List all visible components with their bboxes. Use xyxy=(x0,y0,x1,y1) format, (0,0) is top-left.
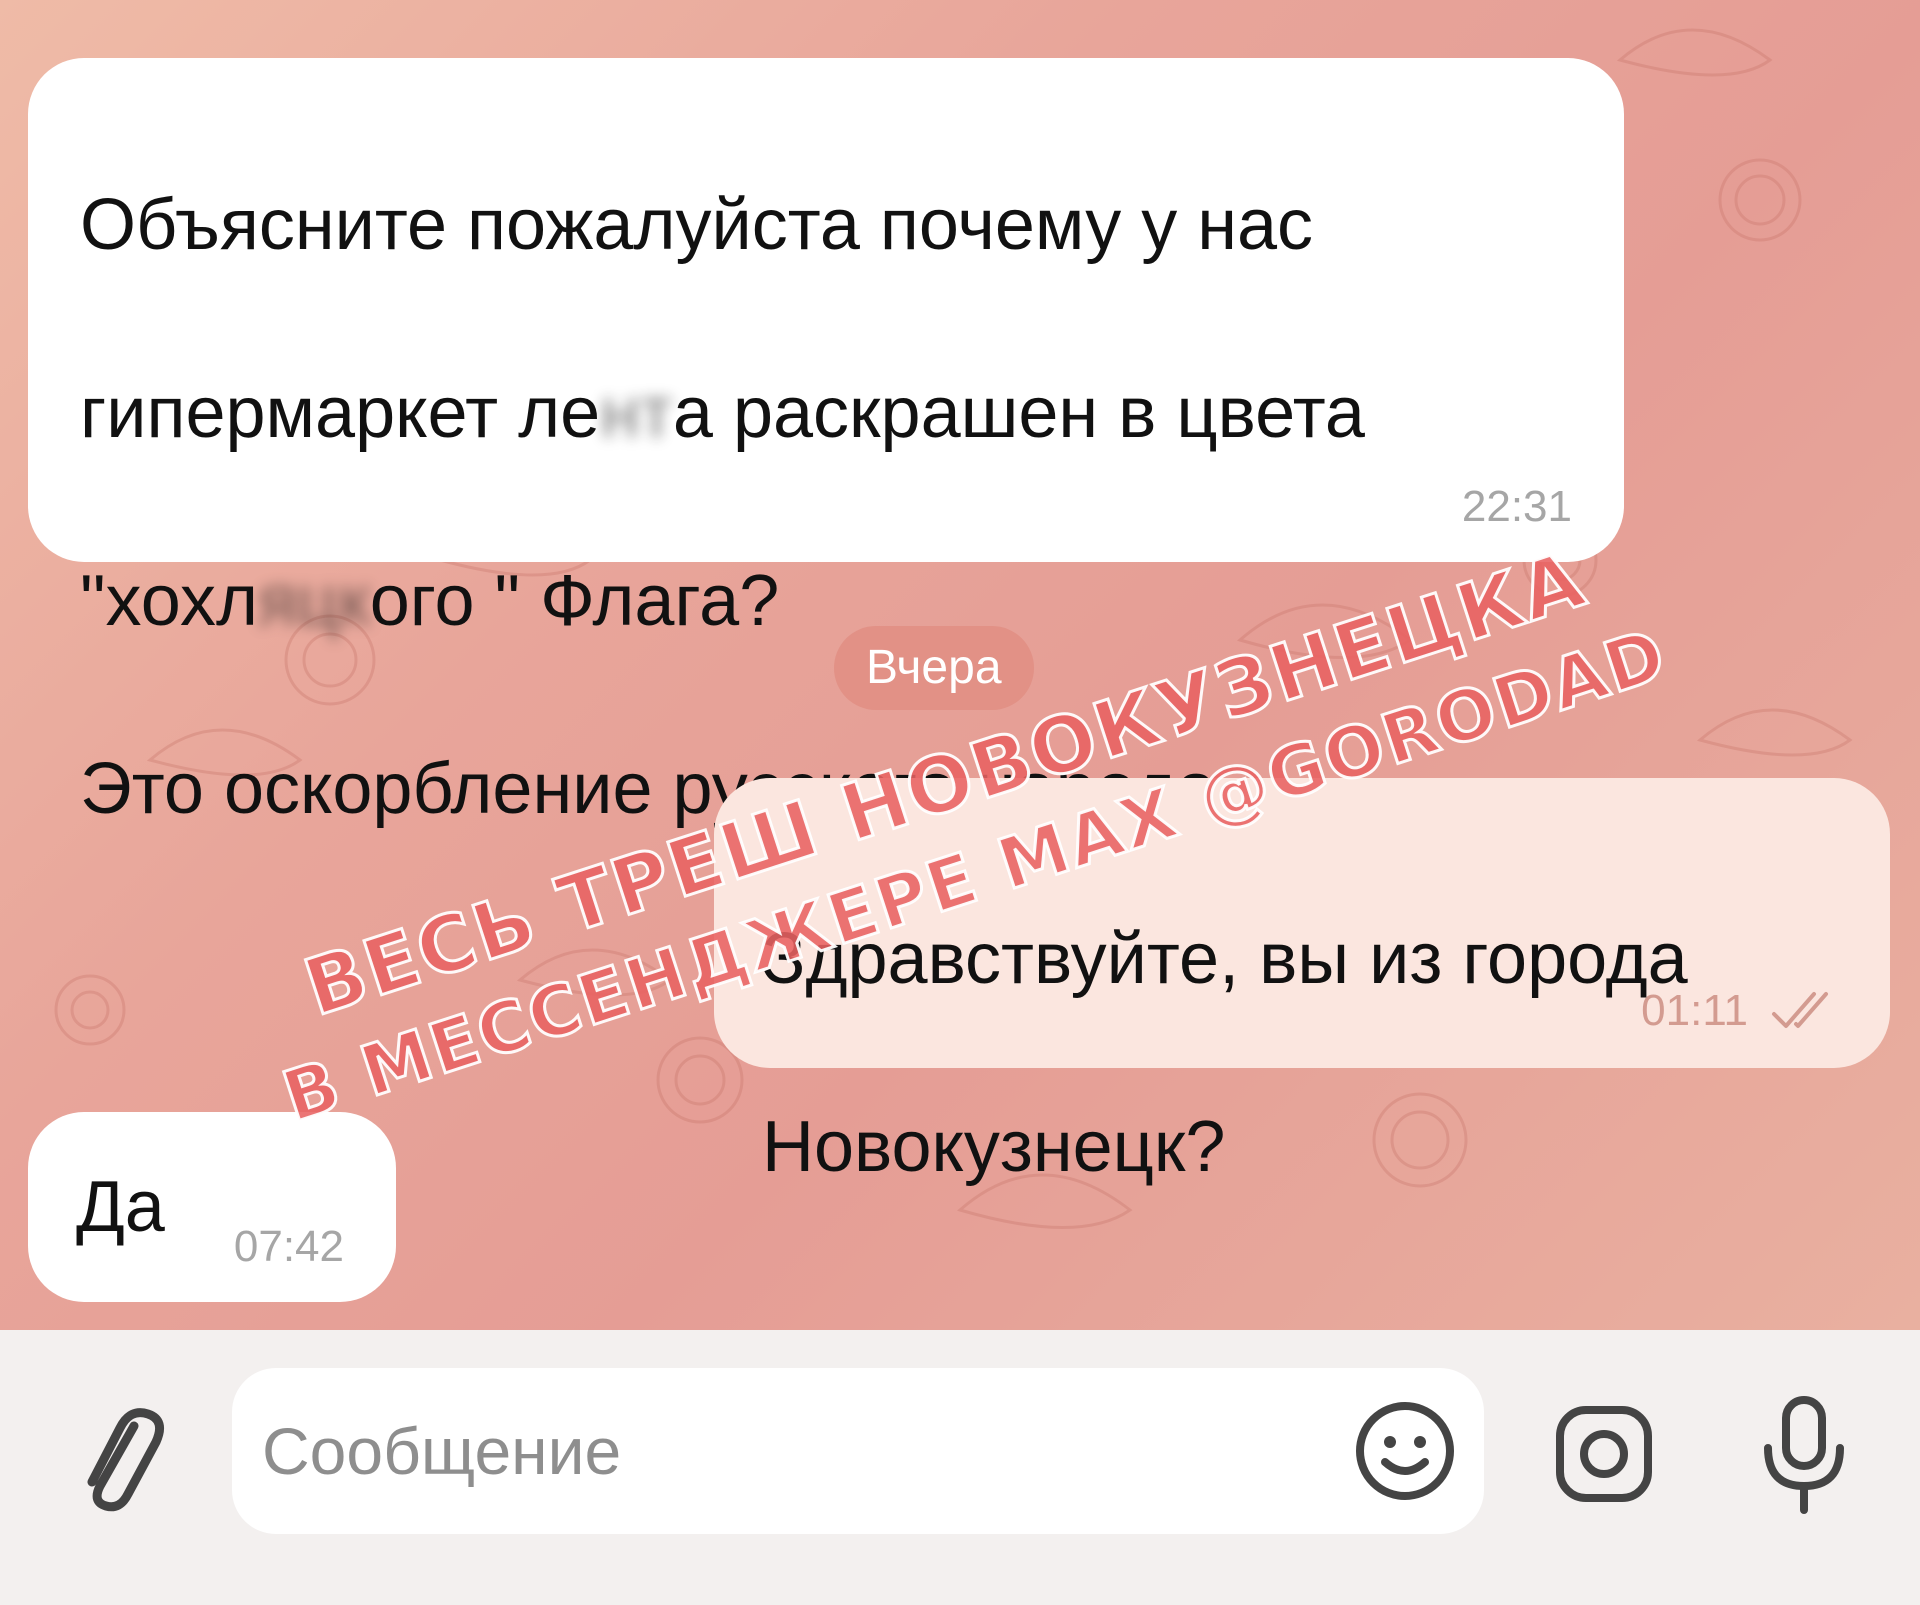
censored-text: яцк xyxy=(258,561,370,641)
message-line: Объясните пожалуйста почему у нас xyxy=(80,185,1314,265)
microphone-icon[interactable] xyxy=(1756,1392,1852,1518)
message-time: 07:42 xyxy=(233,1222,344,1271)
date-divider: Вчера xyxy=(834,626,1034,710)
message-bubble-incoming[interactable]: Объясните пожалуйста почему у нас гиперм… xyxy=(28,58,1624,829)
message-text: Здравствуйте, вы из города Новокузнецк? xyxy=(762,818,1838,1288)
double-check-icon xyxy=(1772,992,1828,1028)
paperclip-icon[interactable] xyxy=(70,1404,170,1514)
message-input-placeholder: Сообщение xyxy=(262,1414,622,1488)
message-bubble-incoming[interactable]: Да 07:42 xyxy=(28,1112,396,1302)
message-text-part: ого " Флага? xyxy=(369,561,780,641)
censored-text: нт xyxy=(600,373,673,453)
message-time: 01:11 xyxy=(1641,986,1748,1035)
chat-area[interactable]: Объясните пожалуйста почему у нас гиперм… xyxy=(0,0,1920,1330)
message-text-part: гипермаркет ле xyxy=(80,373,601,453)
message-text-part: а раскрашен в цвета xyxy=(672,373,1365,453)
message-line: гипермаркет лента раскрашен в цвета xyxy=(80,366,1572,460)
message-time: 22:31 xyxy=(1461,482,1572,531)
message-bubble-outgoing[interactable]: Здравствуйте, вы из города Новокузнецк? … xyxy=(714,778,1890,1187)
message-line: Новокузнецк? xyxy=(762,1107,1226,1187)
message-line: "хохляцкого " Флага? xyxy=(80,554,1572,648)
camera-icon[interactable] xyxy=(1552,1402,1656,1506)
message-text-part: "хохл xyxy=(80,561,258,641)
emoji-icon[interactable] xyxy=(1352,1398,1458,1504)
